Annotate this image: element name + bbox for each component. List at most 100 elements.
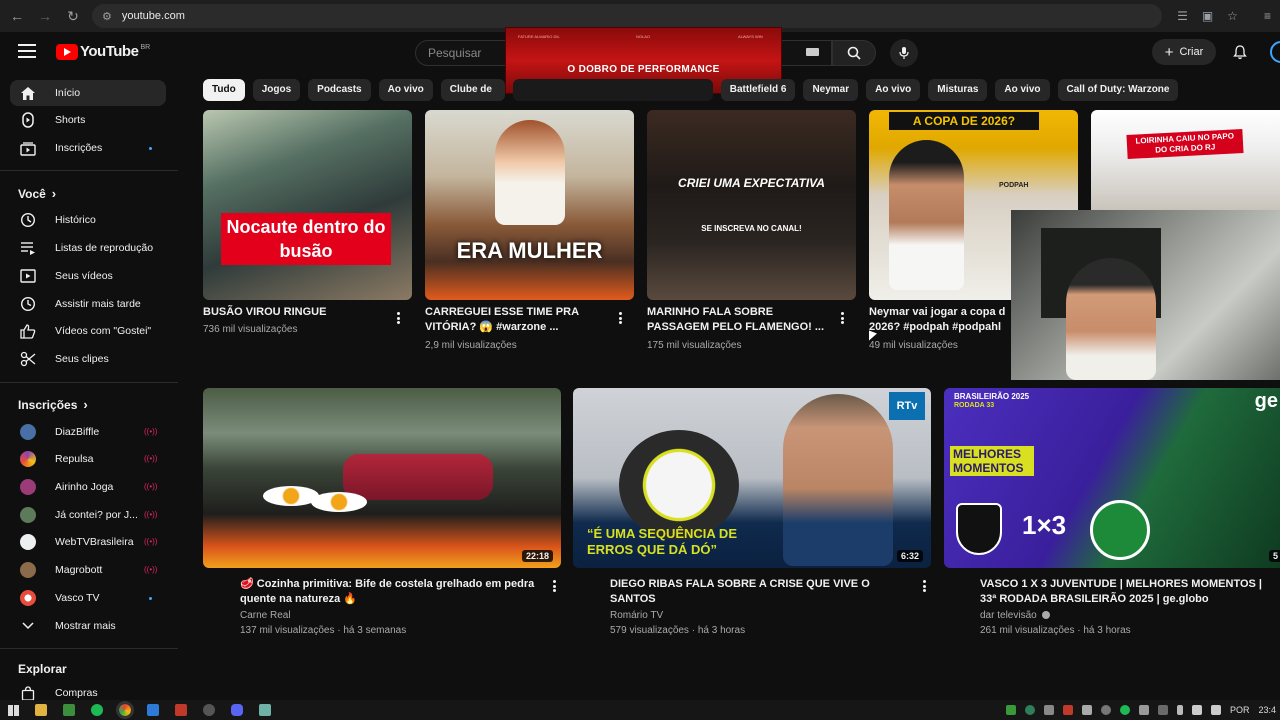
more-actions-icon[interactable] [397,312,401,324]
more-actions-icon[interactable] [619,312,623,324]
tray-icon[interactable] [1157,705,1168,715]
windows-start-icon[interactable] [8,704,19,716]
usb-icon[interactable] [1176,705,1183,715]
video-thumbnail[interactable]: LOIRINHA CAIU NO PAPO DO CRIA DO RJ [1091,110,1280,210]
sidebar-sub-airinho-joga[interactable]: Airinho Joga ((•)) [10,474,166,500]
app-icon[interactable] [175,704,187,716]
video-thumbnail[interactable]: 22:18 [203,388,561,568]
chip-live-3[interactable]: Ao vivo [995,79,1050,101]
address-bar[interactable]: ⚙ youtube.com [92,4,1162,28]
chip-live[interactable]: Ao vivo [378,79,433,101]
chip-podcasts[interactable]: Podcasts [308,79,371,101]
show-more-button[interactable]: Mostrar mais [10,613,166,639]
video-thumbnail[interactable]: Nocaute dentro do busão [203,110,412,300]
sidebar-item-home[interactable]: Início [10,80,166,106]
obs-icon[interactable] [203,704,215,716]
hamburger-menu-icon[interactable] [18,44,36,58]
search-button[interactable] [832,40,876,66]
bookmark-star-icon[interactable]: ☆ [1220,0,1245,32]
sidebar-sub-vasco-tv[interactable]: Vasco TV [10,585,166,611]
clock[interactable]: 23:4 [1258,705,1276,715]
more-actions-icon[interactable] [841,312,845,324]
tray-icon[interactable] [1081,705,1092,715]
video-title[interactable]: 🥩 Cozinha primitiva: Bife de costela gre… [240,577,540,609]
chip-all[interactable]: Tudo [203,79,245,101]
subscriptions-section-heading[interactable]: Inscrições › [18,397,88,412]
chip-live-2[interactable]: Ao vivo [866,79,921,101]
channel-name[interactable]: Carne Real [240,608,291,623]
site-info-icon[interactable]: ⚙ [102,10,112,23]
chip-hidden[interactable] [512,79,713,101]
tray-icon[interactable] [1138,705,1149,715]
tray-icon[interactable] [1062,705,1073,715]
sidebar-item-your-videos[interactable]: Seus vídeos [10,263,166,289]
tray-icon[interactable] [1119,705,1130,715]
sidebar-sub-ja-contei[interactable]: Já contei? por J... ((•)) [10,502,166,528]
sidebar-sub-repulsa[interactable]: Repulsa ((•)) [10,446,166,472]
chip-mixes[interactable]: Misturas [928,79,988,101]
sidebar-item-label: Magrobott [55,564,103,576]
chip-battlefield[interactable]: Battlefield 6 [720,79,796,101]
volume-icon[interactable] [1210,705,1221,715]
cast-icon[interactable]: ▣ [1195,0,1220,32]
voice-search-button[interactable] [890,39,918,67]
chip-warzone[interactable]: Call of Duty: Warzone [1057,79,1179,101]
create-button[interactable]: + Criar [1152,39,1216,65]
channel-name[interactable]: dar televisão [980,608,1051,623]
video-title[interactable]: CARREGUEI ESSE TIME PRA VITÓRIA? 😱 #warz… [425,305,610,337]
chrome-icon[interactable] [116,701,134,719]
discord-icon[interactable] [231,704,243,716]
sidebar-item-label: Seus vídeos [55,270,113,282]
sidebar-item-liked-videos[interactable]: Vídeos com "Gostei" [10,318,166,344]
you-section-heading[interactable]: Você › [18,186,56,201]
video-thumbnail[interactable]: CRIEI UMA EXPECTATIVA SE INSCREVA NO CAN… [647,110,856,300]
youtube-logo[interactable]: YouTube BR [56,43,150,60]
youtube-play-icon [56,43,78,60]
video-thumbnail[interactable]: ERA MULHER [425,110,634,300]
translate-icon[interactable]: ☰ [1170,0,1195,32]
sidebar-sub-magrobott[interactable]: Magrobott ((•)) [10,557,166,583]
video-title[interactable]: BUSÃO VIROU RINGUE [203,305,388,321]
sidebar-item-label: Airinho Joga [55,481,114,493]
video-title[interactable]: MARINHO FALA SOBRE PASSAGEM PELO FLAMENG… [647,305,832,337]
sidebar-item-subscriptions[interactable]: Inscrições [10,135,166,161]
reload-icon[interactable]: ↻ [59,0,87,32]
file-explorer-icon[interactable] [35,704,47,716]
language-indicator[interactable]: POR [1230,705,1250,715]
video-thumbnail[interactable]: “É UMA SEQUÊNCIA DE ERROS QUE DÁ DÓ” RTv… [573,388,931,568]
app-icon[interactable] [259,704,271,716]
app-icon[interactable] [147,704,159,716]
chip-neymar[interactable]: Neymar [803,79,859,101]
chip-clube[interactable]: Clube de [440,79,505,101]
notifications-button[interactable] [1230,42,1250,62]
account-avatar[interactable] [1270,41,1280,63]
tray-icon[interactable] [1100,705,1111,715]
spotify-icon[interactable] [91,704,103,716]
chip-games[interactable]: Jogos [252,79,301,101]
sidebar-item-playlists[interactable]: Listas de reprodução [10,235,166,261]
sidebar-sub-diazbiffle[interactable]: DiazBiffle ((•)) [10,419,166,445]
sidebar-item-history[interactable]: Histórico [10,207,166,233]
sidebar-item-shorts[interactable]: Shorts [10,107,166,133]
country-code: BR [140,44,151,51]
chrome-menu-icon[interactable]: ≡ [1255,0,1280,32]
keyboard-icon[interactable] [806,48,819,56]
back-icon[interactable]: ← [3,0,31,32]
network-icon[interactable] [1191,705,1202,715]
channel-avatar[interactable] [203,577,231,605]
tray-icon[interactable] [1043,705,1054,715]
tray-icon[interactable] [1024,705,1035,715]
video-title[interactable]: VASCO 1 X 3 JUVENTUDE | MELHORES MOMENTO… [980,577,1280,609]
channel-name[interactable]: Romário TV [610,608,663,623]
sidebar-item-watch-later[interactable]: Assistir mais tarde [10,291,166,317]
video-title[interactable]: DIEGO RIBAS FALA SOBRE A CRISE QUE VIVE … [610,577,900,609]
sidebar-item-clips[interactable]: Seus clipes [10,346,166,372]
app-icon[interactable] [63,704,75,716]
video-title[interactable]: Neymar vai jogar a copa d 2026? #podpah … [869,305,1014,337]
video-thumbnail[interactable]: BRASILEIRÃO 2025 RODADA 33 MELHORES MOME… [944,388,1280,568]
more-actions-icon[interactable] [923,580,927,592]
sidebar-sub-webtvbrasileira[interactable]: WebTVBrasileira ((•)) [10,529,166,555]
tray-icon[interactable] [1005,705,1016,715]
more-actions-icon[interactable] [553,580,557,592]
forward-icon[interactable]: → [31,0,59,32]
